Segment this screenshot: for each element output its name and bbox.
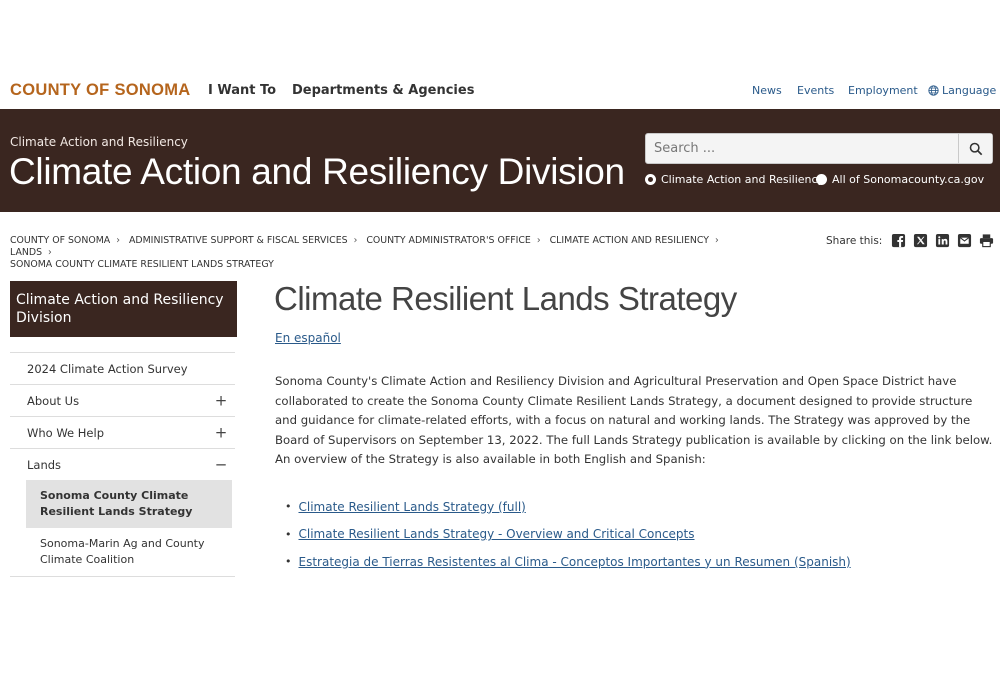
document-links: • Climate Resilient Lands Strategy (full)… — [285, 493, 851, 576]
division-banner: Climate Action and Resiliency Climate Ac… — [0, 109, 1000, 212]
list-item: • Estrategia de Tierras Resistentes al Cl… — [285, 548, 851, 576]
breadcrumb: COUNTY OF SONOMA › ADMINISTRATIVE SUPPORT… — [10, 235, 770, 271]
scope-label-all-site: All of Sonomacounty.ca.gov — [832, 173, 985, 186]
breadcrumb-separator: › — [353, 235, 358, 246]
link-full-strategy[interactable]: Climate Resilient Lands Strategy (full) — [299, 500, 526, 514]
breadcrumb-separator: › — [116, 235, 120, 246]
scope-radio-all-site[interactable] — [816, 174, 827, 185]
intro-paragraph: Sonoma County's Climate Action and Resil… — [275, 374, 993, 467]
sidebar-item-about-us[interactable]: About Us + — [10, 384, 235, 416]
sidebar-item-label: 2024 Climate Action Survey — [27, 361, 188, 376]
breadcrumb-separator: › — [715, 235, 719, 246]
breadcrumb-current-page: SONOMA COUNTY CLIMATE RESILIENT LANDS ST… — [10, 259, 274, 270]
list-item: • Climate Resilient Lands Strategy - Over… — [285, 521, 851, 549]
nav-departments-agencies[interactable]: Departments & Agencies — [292, 83, 474, 98]
sidebar-nav: 2024 Climate Action Survey About Us + Wh… — [10, 352, 235, 577]
county-logo-link[interactable]: COUNTY OF SONOMA — [10, 81, 191, 100]
bullet: • — [285, 500, 292, 514]
nav-i-want-to[interactable]: I Want To — [208, 83, 276, 98]
collapse-icon[interactable]: − — [214, 457, 228, 472]
banner-title: Climate Action and Resiliency Division — [9, 151, 625, 192]
bullet: • — [285, 527, 292, 541]
search-icon — [969, 142, 982, 155]
breadcrumb-separator: › — [48, 247, 52, 258]
breadcrumb-county-admin-office[interactable]: COUNTY ADMINISTRATOR'S OFFICE — [366, 235, 531, 246]
search-button[interactable] — [958, 134, 992, 163]
language-label: Language — [942, 84, 997, 97]
breadcrumb-admin-support[interactable]: ADMINISTRATIVE SUPPORT & FISCAL SERVICES — [129, 235, 348, 246]
link-overview[interactable]: Climate Resilient Lands Strategy - Overv… — [299, 527, 695, 541]
nav-language[interactable]: Language — [928, 84, 996, 97]
scope-label-division: Climate Action and Resiliency — [661, 173, 825, 186]
facebook-icon[interactable] — [891, 233, 906, 248]
page-title: Climate Resilient Lands Strategy — [274, 280, 737, 317]
list-item: • Climate Resilient Lands Strategy (full) — [285, 493, 851, 521]
breadcrumb-climate-action[interactable]: CLIMATE ACTION AND RESILIENCY — [550, 235, 709, 246]
sidebar-divider — [10, 576, 235, 577]
search-box — [645, 133, 993, 164]
sidebar-subitem-climate-coalition[interactable]: Sonoma-Marin Ag and County Climate Coali… — [26, 528, 232, 576]
sidebar-item-label: Lands — [27, 457, 62, 472]
sidebar-item-label: Who We Help — [27, 425, 104, 440]
share-bar: Share this: — [826, 233, 994, 248]
globe-icon — [928, 85, 939, 96]
sidebar-subitem-lands-strategy[interactable]: Sonoma County Climate Resilient Lands St… — [26, 480, 232, 528]
nav-events[interactable]: Events — [797, 84, 834, 97]
expand-icon[interactable]: + — [214, 393, 228, 408]
sidebar-item-label: About Us — [27, 393, 80, 408]
email-icon[interactable] — [957, 233, 972, 248]
top-navigation: COUNTY OF SONOMA I Want To Departments &… — [0, 72, 1000, 109]
nav-news[interactable]: News — [752, 84, 782, 97]
x-icon[interactable] — [913, 233, 928, 248]
scope-radio-division[interactable] — [645, 174, 656, 185]
spanish-version-link[interactable]: En español — [275, 331, 341, 345]
nav-employment[interactable]: Employment — [848, 84, 918, 97]
sidebar-item-lands[interactable]: Lands − — [10, 448, 235, 480]
breadcrumb-county[interactable]: COUNTY OF SONOMA — [10, 235, 110, 246]
search-input[interactable] — [646, 134, 959, 163]
link-spanish-overview[interactable]: Estrategia de Tierras Resistentes al Cli… — [299, 555, 851, 569]
breadcrumb-separator: › — [536, 235, 541, 246]
scope-option-division[interactable]: Climate Action and Resiliency — [645, 173, 824, 186]
sidebar-item-climate-survey[interactable]: 2024 Climate Action Survey — [10, 352, 235, 384]
bullet: • — [285, 555, 292, 569]
sidebar-title[interactable]: Climate Action and Resiliency Division — [10, 281, 237, 337]
scope-option-all-site[interactable]: All of Sonomacounty.ca.gov — [816, 173, 984, 186]
share-label: Share this: — [826, 234, 883, 247]
print-icon[interactable] — [979, 233, 994, 248]
linkedin-icon[interactable] — [935, 233, 950, 248]
sidebar-item-who-we-help[interactable]: Who We Help + — [10, 416, 235, 448]
expand-icon[interactable]: + — [214, 425, 228, 440]
breadcrumb-lands[interactable]: LANDS — [10, 247, 42, 258]
banner-subtitle: Climate Action and Resiliency — [10, 135, 188, 149]
